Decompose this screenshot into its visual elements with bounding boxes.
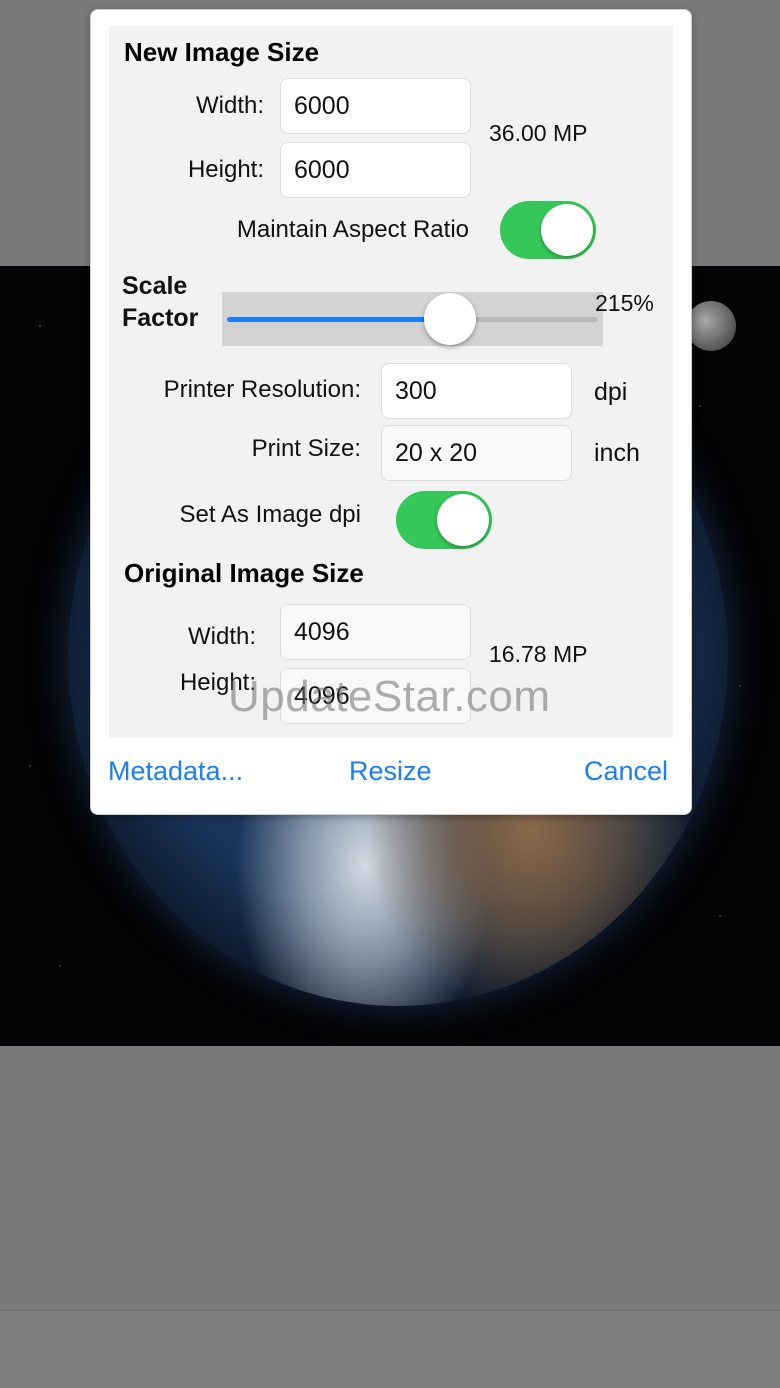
original-width-field: 4096 (280, 604, 471, 660)
maintain-aspect-toggle[interactable] (500, 201, 596, 259)
print-size-unit: inch (594, 439, 640, 467)
resolution-unit: dpi (594, 378, 628, 406)
scale-factor-label: Scale Factor (122, 272, 199, 332)
scale-slider-track (227, 317, 598, 322)
scale-factor-value: 215% (595, 290, 654, 316)
toggle-knob (541, 204, 593, 256)
printer-resolution-label: Printer Resolution: (163, 376, 361, 403)
moon-image (686, 301, 736, 351)
metadata-button[interactable]: Metadata... (108, 756, 243, 787)
scale-slider-container (222, 292, 603, 346)
scale-slider-fill (227, 317, 450, 322)
print-size-label: Print Size: (251, 435, 361, 462)
set-dpi-toggle[interactable] (396, 491, 492, 549)
set-dpi-label: Set As Image dpi (179, 501, 361, 528)
new-width-input[interactable]: 6000 (280, 78, 471, 134)
original-megapixels: 16.78 MP (489, 641, 588, 667)
print-size-field: 20 x 20 (381, 425, 572, 481)
new-width-label: Width: (195, 92, 264, 119)
printer-resolution-input[interactable]: 300 (381, 363, 572, 419)
bottom-toolbar (0, 1310, 780, 1388)
new-height-input[interactable]: 6000 (280, 142, 471, 198)
watermark-text: UpdateStar.com (228, 672, 551, 721)
toggle-knob (437, 494, 489, 546)
scale-slider-thumb[interactable] (424, 293, 476, 345)
original-image-size-title: Original Image Size (124, 558, 364, 588)
resize-button[interactable]: Resize (349, 756, 432, 787)
new-megapixels: 36.00 MP (489, 120, 588, 146)
settings-panel: New Image Size Width: 6000 Height: 6000 … (109, 26, 673, 738)
cancel-button[interactable]: Cancel (584, 756, 668, 787)
new-height-label: Height: (187, 156, 264, 183)
original-width-label: Width: (187, 623, 256, 650)
new-image-size-title: New Image Size (124, 37, 320, 67)
maintain-aspect-label: Maintain Aspect Ratio (236, 216, 469, 243)
